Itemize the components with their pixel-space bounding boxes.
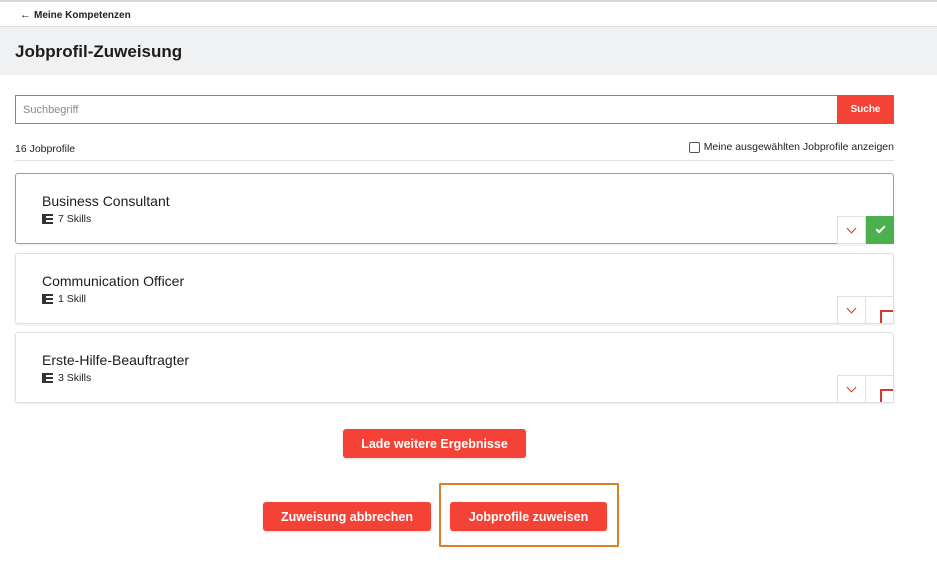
top-nav-bar: ← Meine Kompetenzen [0,0,937,27]
card-actions [837,296,894,324]
add-jobprofile-button[interactable] [866,375,894,403]
back-link[interactable]: ← Meine Kompetenzen [20,9,131,21]
jobprofile-title: Communication Officer [42,273,185,289]
chevron-down-icon [846,382,857,392]
jobprofile-skills: 7 Skills [42,213,91,225]
selected-only-checkbox[interactable] [688,141,700,153]
card-actions [837,216,894,244]
skills-list-icon [42,214,53,224]
load-more-button[interactable]: Lade weitere Ergebnisse [343,429,526,458]
page-title: Jobprofil-Zuweisung [15,42,183,61]
selected-toggle-button[interactable] [866,216,894,244]
result-count: 16 Jobprofile [15,143,76,155]
chevron-down-icon [846,303,857,313]
selected-only-label: Meine ausgewählten Jobprofile anzeigen [703,141,894,153]
jobprofile-title: Erste-Hilfe-Beauftragter [42,352,190,368]
search-bar: Suche [15,95,894,124]
search-input[interactable] [15,95,837,124]
expand-button[interactable] [837,296,866,324]
skills-list-icon [42,373,53,383]
card-actions [837,375,894,403]
jobprofile-skills: 3 Skills [42,372,91,384]
results-header: 16 Jobprofile Meine ausgewählten Jobprof… [15,140,894,161]
jobprofile-title: Business Consultant [42,193,170,209]
jobprofile-card-erste-hilfe-beauftragter: Erste-Hilfe-Beauftragter 3 Skills [15,332,894,403]
skills-count: 7 Skills [58,213,92,225]
jobprofile-card-business-consultant: Business Consultant 7 Skills [15,173,894,244]
selected-only-filter[interactable]: Meine ausgewählten Jobprofile anzeigen [688,141,894,153]
skills-count: 1 Skill [58,293,87,305]
jobprofile-skills: 1 Skill [42,293,86,305]
jobprofile-card-communication-officer: Communication Officer 1 Skill [15,253,894,324]
back-arrow-icon: ← [20,9,31,21]
skills-count: 3 Skills [58,372,92,384]
checkmark-icon [875,223,885,234]
chevron-down-icon [846,223,857,233]
expand-button[interactable] [837,375,866,403]
assign-jobprofiles-button[interactable]: Jobprofile zuweisen [450,502,607,531]
skills-list-icon [42,294,53,304]
back-link-label: Meine Kompetenzen [34,9,131,21]
add-jobprofile-button[interactable] [866,296,894,324]
page-header: Jobprofil-Zuweisung [0,27,937,75]
expand-button[interactable] [837,216,866,244]
cancel-assignment-button[interactable]: Zuweisung abbrechen [263,502,431,531]
search-button[interactable]: Suche [837,95,894,124]
